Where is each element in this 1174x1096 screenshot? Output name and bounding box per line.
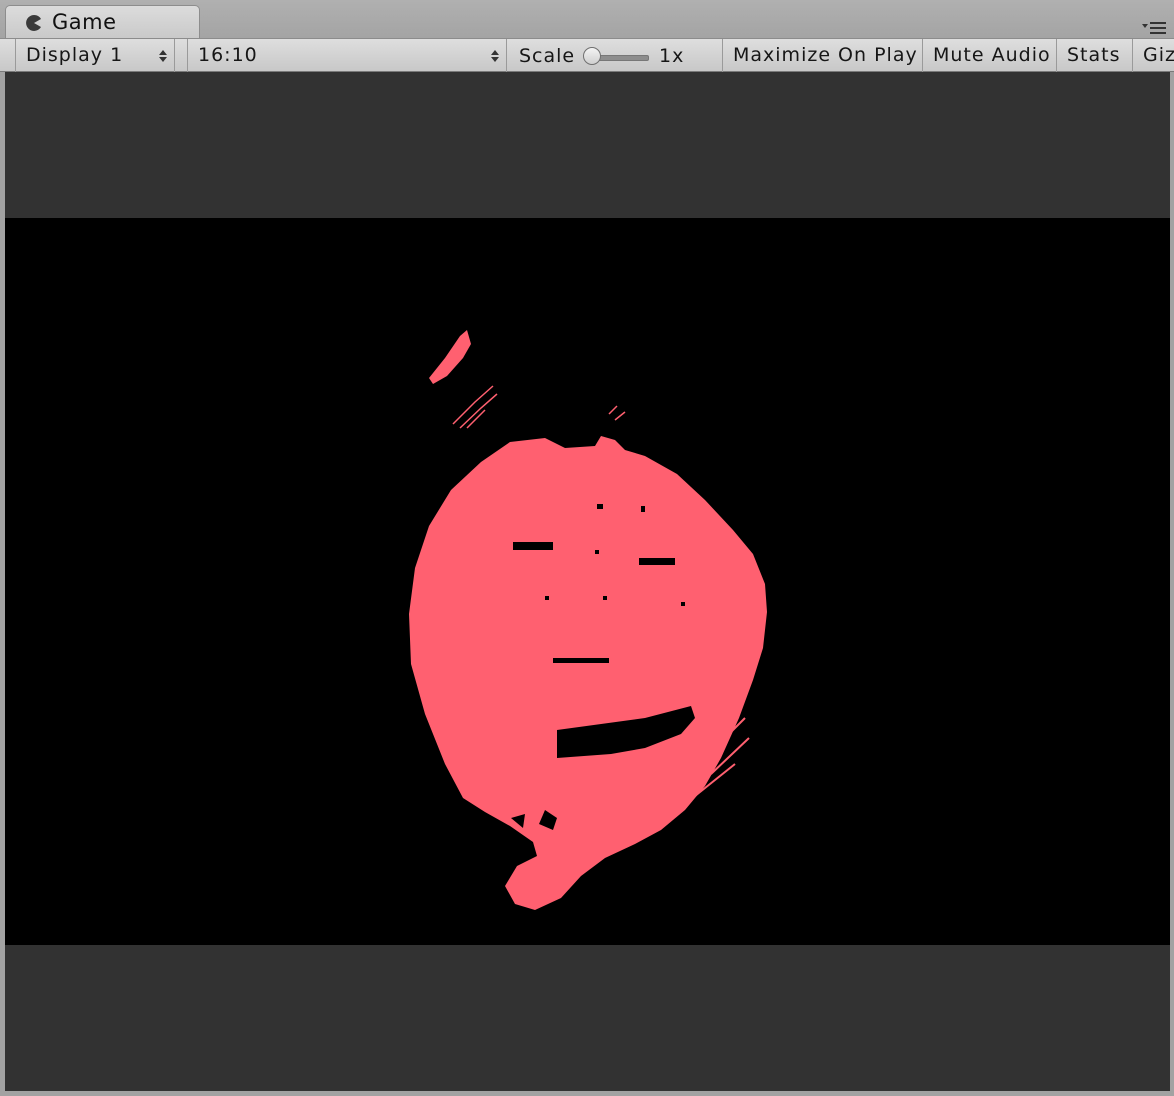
stats-label: Stats bbox=[1067, 44, 1121, 66]
gizmos-dropdown[interactable]: Gizmos bbox=[1133, 39, 1174, 72]
mask-speck bbox=[641, 506, 645, 512]
gizmos-label: Gizmos bbox=[1143, 44, 1174, 66]
tab-strip: Game bbox=[0, 0, 1174, 39]
pacman-game-icon bbox=[26, 14, 41, 31]
scale-slider-thumb[interactable] bbox=[583, 47, 601, 65]
scale-control: Scale 1x bbox=[507, 39, 723, 72]
scale-label: Scale bbox=[519, 45, 576, 67]
display-dropdown[interactable]: Display 1 bbox=[15, 39, 175, 72]
face-segmentation-mask bbox=[409, 330, 767, 910]
mask-hole-left-eye bbox=[513, 542, 553, 550]
dropdown-arrows-icon bbox=[491, 50, 499, 62]
mask-fragment bbox=[452, 385, 498, 429]
mask-hole-right-eye bbox=[639, 558, 675, 565]
mask-speck bbox=[681, 602, 685, 606]
tab-menu-icon[interactable] bbox=[1140, 18, 1168, 36]
face-mask-body bbox=[409, 436, 767, 910]
game-render-area bbox=[5, 218, 1170, 945]
mask-speck bbox=[545, 596, 549, 600]
game-viewport[interactable] bbox=[5, 72, 1170, 1091]
mask-speck bbox=[595, 550, 599, 554]
mask-speck bbox=[603, 596, 607, 600]
game-tab-label: Game bbox=[52, 10, 117, 34]
mask-hole-nose bbox=[553, 658, 609, 663]
aspect-ratio-label: 16:10 bbox=[198, 44, 258, 66]
mask-fragment bbox=[608, 405, 626, 421]
scale-value: 1x bbox=[659, 45, 685, 67]
mute-audio-toggle[interactable]: Mute Audio bbox=[923, 39, 1057, 72]
aspect-ratio-dropdown[interactable]: 16:10 bbox=[187, 39, 507, 72]
mask-fragment bbox=[429, 330, 471, 384]
display-dropdown-label: Display 1 bbox=[26, 44, 124, 66]
stats-toggle[interactable]: Stats bbox=[1057, 39, 1133, 72]
game-toolbar: Display 1 16:10 Scale 1x Maximize On Pla… bbox=[0, 38, 1174, 72]
game-tab[interactable]: Game bbox=[5, 5, 200, 39]
maximize-on-play-toggle[interactable]: Maximize On Play bbox=[723, 39, 923, 72]
dropdown-arrows-icon bbox=[159, 50, 167, 62]
mute-audio-label: Mute Audio bbox=[933, 44, 1051, 66]
maximize-on-play-label: Maximize On Play bbox=[733, 44, 918, 66]
mask-speck bbox=[597, 504, 603, 509]
